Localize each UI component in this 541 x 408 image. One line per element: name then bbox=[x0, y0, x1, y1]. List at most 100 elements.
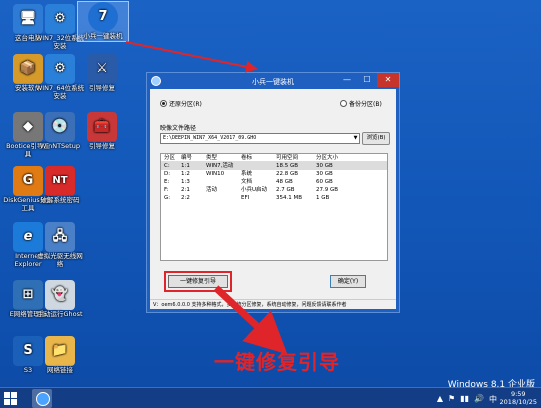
desktop-icon-xiaobing-installer[interactable]: 7 小兵一键装机 bbox=[77, 1, 129, 42]
desktop-icon-crack-password[interactable]: NT 破解系统密码 bbox=[35, 166, 85, 205]
desktop-icon-label: 虚拟光驱无线网络 bbox=[37, 252, 83, 268]
image-path-field[interactable]: E:\DEEPIN_WIN7_X64_V2017_09.GHO bbox=[160, 133, 360, 144]
cell: E: bbox=[164, 179, 170, 185]
cell: 2:2 bbox=[181, 195, 190, 201]
status-bar: V：oem6.0.0.0 支持多种格式，多系统分区修复，系统自动修复，问题反馈请… bbox=[150, 299, 396, 309]
cell: 30 GB bbox=[316, 171, 333, 177]
cell: 48 GB bbox=[276, 179, 293, 185]
restore-partition-label: 还原分区(R) bbox=[169, 101, 202, 108]
desktop-icon-virtual-drive[interactable]: 🖧 虚拟光驱无线网络 bbox=[35, 222, 85, 268]
cell bbox=[206, 178, 241, 186]
maximize-button[interactable]: ☐ bbox=[357, 73, 377, 87]
folder-icon: 📁 bbox=[45, 336, 75, 366]
desktop-icon-label: 小兵一键装机 bbox=[83, 32, 123, 40]
desktop-icon-label: 引导修复 bbox=[89, 84, 115, 92]
table-row[interactable]: E: 1:3 文档 48 GB 60 GB bbox=[161, 178, 387, 186]
xiaobing-installer-window: 小兵一键装机 — ☐ ✕ 还原分区(R) 备份分区(B) 映像文件路径 E:\D… bbox=[146, 72, 400, 313]
desktop-icon-ghost[interactable]: 👻 手动运行Ghost bbox=[35, 280, 85, 319]
radio-dot-icon bbox=[340, 100, 347, 107]
system-tray: ▲ ⚑ ▮▮ 🔊 中 bbox=[437, 394, 497, 405]
cell: 1:1 bbox=[181, 163, 190, 169]
desktop-icon-label: 手动运行Ghost bbox=[37, 310, 83, 318]
cell: 27.9 GB bbox=[316, 187, 339, 193]
clock-time: 9:59 bbox=[510, 390, 526, 398]
browse-button[interactable]: 浏览(B) bbox=[362, 132, 390, 145]
close-button[interactable]: ✕ bbox=[377, 73, 399, 87]
cell: WIN7,活动 bbox=[206, 163, 234, 169]
desktop-icon-network-link[interactable]: 📁 网络链接 bbox=[35, 336, 85, 375]
cell bbox=[206, 194, 241, 202]
disc-icon: 💿 bbox=[45, 112, 75, 142]
cell: 1:3 bbox=[181, 179, 190, 185]
cell: 60 GB bbox=[316, 179, 333, 185]
taskbar: ▲ ⚑ ▮▮ 🔊 中 9:59 2018/10/25 bbox=[0, 387, 541, 408]
volume-icon[interactable]: 🔊 bbox=[474, 394, 484, 405]
cell: 22.8 GB bbox=[276, 171, 299, 177]
windows-logo-icon bbox=[11, 392, 17, 398]
cell: WIN10 bbox=[206, 171, 225, 177]
windows-logo-icon bbox=[4, 399, 10, 405]
desktop-icon-label: 网络链接 bbox=[47, 366, 73, 374]
window-titlebar[interactable]: 小兵一键装机 — ☐ ✕ bbox=[147, 73, 399, 89]
arrow-to-window bbox=[125, 41, 258, 73]
cell: D: bbox=[164, 171, 171, 177]
column-header: 卷标 bbox=[241, 155, 253, 161]
cell: 1:2 bbox=[181, 171, 190, 177]
desktop-icon-label: 引导修复 bbox=[89, 142, 115, 150]
ime-icon[interactable]: 中 bbox=[489, 394, 497, 405]
gear-icon: ⚙ bbox=[45, 4, 75, 34]
backup-partition-radio[interactable]: 备份分区(B) bbox=[340, 99, 382, 108]
flag-icon[interactable]: ⚑ bbox=[448, 394, 455, 405]
windows-logo-icon bbox=[11, 399, 17, 405]
xiaobing-icon: 7 bbox=[88, 2, 118, 32]
column-header: 可用空间 bbox=[276, 155, 299, 161]
radio-dot-icon bbox=[160, 100, 167, 107]
minimize-button[interactable]: — bbox=[337, 73, 357, 87]
table-row[interactable]: D: 1:2 WIN10 系统 22.8 GB 30 GB bbox=[161, 170, 387, 178]
highlight-box bbox=[164, 271, 232, 292]
restore-partition-radio[interactable]: 还原分区(R) bbox=[160, 99, 202, 108]
cell: 2.7 GB bbox=[276, 187, 295, 193]
column-header: 分区 bbox=[164, 155, 176, 161]
cell bbox=[241, 162, 276, 170]
cell: 2:1 bbox=[181, 187, 190, 193]
cell: 30 GB bbox=[316, 163, 333, 169]
cell: 文档 bbox=[241, 179, 253, 185]
column-header: 分区大小 bbox=[316, 155, 339, 161]
window-client: 还原分区(R) 备份分区(B) 映像文件路径 E:\DEEPIN_WIN7_X6… bbox=[150, 89, 396, 309]
gear-icon: ⚙ bbox=[45, 54, 75, 84]
nt-password-icon: NT bbox=[45, 166, 75, 196]
cell: C: bbox=[164, 163, 170, 169]
image-path-label: 映像文件路径 bbox=[160, 125, 197, 132]
desktop-icon-boot-repair-2[interactable]: 🧰 引导修复 bbox=[77, 112, 127, 151]
tray-expand-icon[interactable]: ▲ bbox=[437, 394, 443, 405]
table-row[interactable]: C: 1:1 WIN7,活动 18.5 GB 30 GB bbox=[161, 162, 387, 170]
clock[interactable]: 9:59 2018/10/25 bbox=[500, 390, 537, 406]
cell: 18.5 GB bbox=[276, 163, 299, 169]
column-header: 类型 bbox=[206, 155, 218, 161]
toolbox-icon: 🧰 bbox=[87, 112, 117, 142]
cell: EFI bbox=[241, 195, 250, 201]
cell: 354.1 MB bbox=[276, 195, 303, 201]
taskbar-app-xiaobing[interactable] bbox=[32, 389, 52, 408]
table-row[interactable]: G: 2:2 EFI 354.1 MB 1 GB bbox=[161, 194, 387, 202]
start-button[interactable] bbox=[4, 392, 18, 406]
cell: G: bbox=[164, 195, 171, 201]
table-row[interactable]: F: 2:1 活动 小兵U启动 2.7 GB 27.9 GB bbox=[161, 186, 387, 194]
ghost-icon: 👻 bbox=[45, 280, 75, 310]
desktop-icon-label: 破解系统密码 bbox=[40, 196, 80, 204]
chevron-down-icon[interactable]: ▼ bbox=[352, 134, 359, 143]
partition-table: 分区 编号 类型 卷标 可用空间 分区大小 C: 1:1 WIN7,活动 18.… bbox=[160, 153, 388, 261]
network-icon: 🖧 bbox=[45, 222, 75, 252]
cell: 系统 bbox=[241, 171, 253, 177]
boot-repair-icon: ⚔ bbox=[87, 54, 117, 84]
cell: 1 GB bbox=[316, 195, 330, 201]
network-icon[interactable]: ▮▮ bbox=[460, 394, 469, 405]
cell: F: bbox=[164, 187, 169, 193]
ok-button[interactable]: 确定(Y) bbox=[330, 275, 366, 288]
desktop-icon-boot-repair-1[interactable]: ⚔ 引导修复 bbox=[77, 54, 127, 93]
windows-logo-icon bbox=[4, 392, 10, 398]
cell: 小兵U启动 bbox=[241, 187, 268, 193]
table-header: 分区 编号 类型 卷标 可用空间 分区大小 bbox=[161, 154, 387, 162]
column-header: 编号 bbox=[181, 155, 193, 161]
